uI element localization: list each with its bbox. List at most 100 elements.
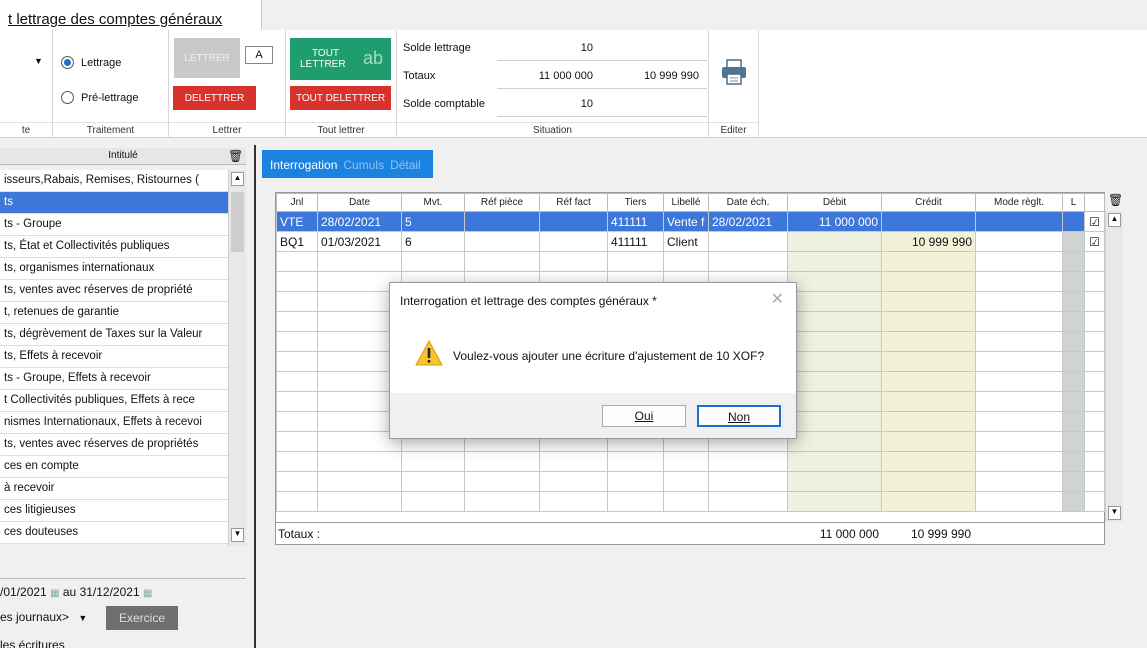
table-cell[interactable] bbox=[317, 471, 402, 492]
table-cell[interactable] bbox=[881, 211, 976, 232]
table-cell[interactable] bbox=[975, 391, 1063, 412]
checkbox[interactable] bbox=[1084, 331, 1105, 352]
tout-lettrer-button[interactable]: TOUT LETTRER ab bbox=[290, 38, 391, 80]
table-cell[interactable] bbox=[464, 231, 540, 252]
table-cell[interactable] bbox=[317, 251, 402, 272]
table-cell[interactable] bbox=[276, 271, 318, 292]
table-cell[interactable] bbox=[787, 311, 882, 332]
table-cell[interactable] bbox=[975, 451, 1063, 472]
table-cell[interactable] bbox=[539, 471, 608, 492]
table-cell[interactable] bbox=[881, 271, 976, 292]
exercice-button[interactable]: Exercice bbox=[106, 606, 178, 630]
table-cell[interactable] bbox=[663, 251, 709, 272]
ecritures-select[interactable]: les écritures bbox=[0, 638, 200, 648]
scroll-thumb[interactable] bbox=[231, 192, 244, 252]
table-cell[interactable] bbox=[975, 411, 1063, 432]
column-header[interactable]: Mode règlt. bbox=[975, 193, 1063, 212]
list-item[interactable]: ces douteuses bbox=[0, 522, 228, 544]
column-header[interactable]: Tiers bbox=[607, 193, 664, 212]
column-header[interactable]: Mvt. bbox=[401, 193, 465, 212]
table-cell[interactable] bbox=[787, 491, 882, 512]
table-cell[interactable] bbox=[276, 391, 318, 412]
table-cell[interactable] bbox=[881, 311, 976, 332]
table-cell[interactable] bbox=[787, 431, 882, 452]
table-cell[interactable] bbox=[539, 451, 608, 472]
table-cell[interactable]: 28/02/2021 bbox=[708, 211, 788, 232]
table-cell[interactable] bbox=[663, 451, 709, 472]
list-item[interactable]: t Collectivités publiques, Effets à rece bbox=[0, 390, 228, 412]
table-cell[interactable] bbox=[276, 371, 318, 392]
list-item[interactable]: ces litigieuses bbox=[0, 500, 228, 522]
table-cell[interactable] bbox=[787, 471, 882, 492]
table-cell[interactable] bbox=[787, 331, 882, 352]
table-cell[interactable] bbox=[787, 371, 882, 392]
table-cell[interactable] bbox=[539, 491, 608, 512]
table-cell[interactable]: 11 000 000 bbox=[787, 211, 882, 232]
chevron-down-icon[interactable]: ▼ bbox=[78, 613, 87, 623]
table-cell[interactable] bbox=[787, 231, 882, 252]
table-cell[interactable]: VTE bbox=[276, 211, 318, 232]
checkbox[interactable] bbox=[1084, 311, 1105, 332]
table-cell[interactable] bbox=[401, 471, 465, 492]
table-cell[interactable]: 411111 bbox=[607, 231, 664, 252]
table-row[interactable] bbox=[276, 451, 1105, 472]
table-cell[interactable] bbox=[881, 351, 976, 372]
checkbox[interactable]: ☑ bbox=[1084, 231, 1105, 252]
table-cell[interactable] bbox=[276, 331, 318, 352]
table-cell[interactable] bbox=[881, 491, 976, 512]
table-cell[interactable] bbox=[975, 291, 1063, 312]
list-item[interactable]: à recevoir bbox=[0, 478, 228, 500]
table-cell[interactable] bbox=[276, 351, 318, 372]
table-cell[interactable] bbox=[539, 211, 608, 232]
accounts-scrollbar[interactable]: ▲ ▼ bbox=[228, 170, 246, 546]
checkbox[interactable] bbox=[1084, 271, 1105, 292]
table-cell[interactable] bbox=[607, 251, 664, 272]
list-item[interactable]: ts bbox=[0, 192, 228, 214]
checkbox[interactable]: ☑ bbox=[1084, 211, 1105, 232]
checkbox[interactable] bbox=[1084, 411, 1105, 432]
list-item[interactable]: nismes Internationaux, Effets à recevoi bbox=[0, 412, 228, 434]
table-cell[interactable] bbox=[539, 251, 608, 272]
grid-scrollbar[interactable]: ▲ ▼ bbox=[1105, 211, 1123, 522]
table-cell[interactable] bbox=[787, 251, 882, 272]
table-cell[interactable] bbox=[464, 211, 540, 232]
column-header[interactable]: Libellé bbox=[663, 193, 709, 212]
table-cell[interactable] bbox=[464, 451, 540, 472]
table-cell[interactable] bbox=[975, 371, 1063, 392]
table-cell[interactable] bbox=[881, 451, 976, 472]
table-cell[interactable] bbox=[975, 431, 1063, 452]
column-header[interactable]: Réf pièce bbox=[464, 193, 540, 212]
table-cell[interactable] bbox=[975, 351, 1063, 372]
table-cell[interactable] bbox=[708, 231, 788, 252]
column-header[interactable]: Crédit bbox=[881, 193, 976, 212]
date-to[interactable]: 31/12/2021 bbox=[80, 585, 140, 599]
column-header[interactable]: Jnl bbox=[276, 193, 318, 212]
column-header[interactable]: Date éch. bbox=[708, 193, 788, 212]
table-cell[interactable] bbox=[787, 271, 882, 292]
table-cell[interactable]: 411111 bbox=[607, 211, 664, 232]
list-item[interactable]: ces en compte bbox=[0, 456, 228, 478]
column-header[interactable]: L bbox=[1062, 193, 1085, 212]
table-cell[interactable] bbox=[276, 431, 318, 452]
table-cell[interactable] bbox=[276, 411, 318, 432]
table-cell[interactable] bbox=[317, 491, 402, 512]
list-item[interactable]: ts, organismes internationaux bbox=[0, 258, 228, 280]
column-header[interactable]: Réf fact bbox=[539, 193, 608, 212]
table-cell[interactable]: 28/02/2021 bbox=[317, 211, 402, 232]
printer-icon[interactable] bbox=[720, 58, 748, 86]
table-cell[interactable] bbox=[276, 491, 318, 512]
trash-icon[interactable]: 🗑 bbox=[228, 149, 243, 163]
calendar-icon[interactable]: ▦ bbox=[143, 588, 152, 599]
list-item[interactable]: ts, dégrèvement de Taxes sur la Valeur bbox=[0, 324, 228, 346]
checkbox[interactable] bbox=[1084, 431, 1105, 452]
table-cell[interactable] bbox=[787, 451, 882, 472]
table-cell[interactable]: BQ1 bbox=[276, 231, 318, 252]
chevron-down-icon[interactable]: ▼ bbox=[34, 56, 43, 66]
table-cell[interactable] bbox=[881, 331, 976, 352]
close-icon[interactable]: ✕ bbox=[771, 289, 784, 309]
table-cell[interactable] bbox=[464, 471, 540, 492]
list-item[interactable]: ts, ventes avec réserves de propriétés bbox=[0, 434, 228, 456]
table-cell[interactable] bbox=[401, 491, 465, 512]
date-from[interactable]: /01/2021 bbox=[0, 585, 47, 599]
yes-button[interactable]: Oui bbox=[602, 405, 686, 427]
